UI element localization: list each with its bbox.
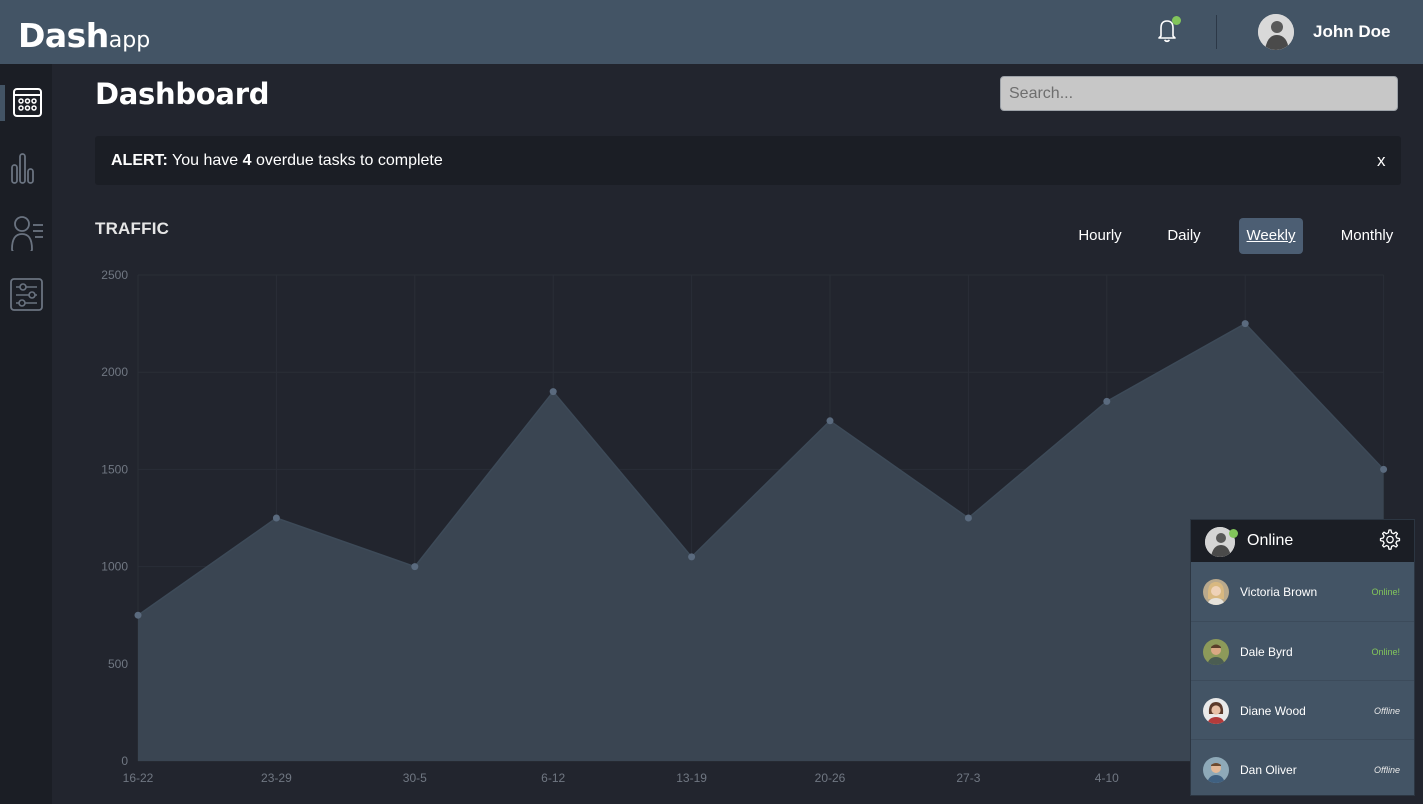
x-tick-label: 4-10	[1095, 771, 1119, 785]
data-point	[1103, 397, 1111, 405]
data-point	[964, 514, 972, 522]
contact-status: Online!	[1371, 587, 1400, 597]
contact-avatar	[1203, 579, 1229, 605]
online-panel: Online Victoria Brown Online! Dale Byrd …	[1190, 519, 1415, 796]
y-tick-label: 1000	[101, 560, 128, 574]
x-tick-label: 6-12	[541, 771, 565, 785]
data-point	[1380, 465, 1388, 473]
contact-name: Dan Oliver	[1240, 763, 1297, 777]
contact-avatar	[1203, 698, 1229, 724]
x-tick-label: 16-22	[123, 771, 154, 785]
online-panel-title: Online	[1247, 532, 1294, 549]
contact-status: Online!	[1371, 647, 1400, 657]
data-point	[1241, 320, 1249, 328]
contact-item[interactable]: Diane Wood Offline	[1191, 680, 1414, 739]
gear-icon[interactable]	[1377, 528, 1401, 552]
data-point	[549, 388, 557, 396]
y-tick-label: 2000	[101, 365, 128, 379]
contact-status: Offline	[1373, 765, 1400, 775]
x-tick-label: 30-5	[403, 771, 427, 785]
contact-item[interactable]: Victoria Brown Online!	[1191, 562, 1414, 621]
online-panel-header: Online	[1191, 520, 1414, 562]
data-point	[134, 611, 142, 619]
x-tick-label: 27-3	[956, 771, 980, 785]
x-tick-label: 20-26	[815, 771, 846, 785]
data-point	[411, 563, 419, 571]
contact-name: Dale Byrd	[1240, 645, 1293, 659]
x-tick-label: 13-19	[676, 771, 707, 785]
contact-status: Offline	[1373, 706, 1400, 716]
data-point	[272, 514, 280, 522]
x-tick-label: 23-29	[261, 771, 292, 785]
y-tick-label: 0	[121, 754, 128, 768]
data-point	[688, 553, 696, 561]
y-tick-label: 1500	[101, 462, 128, 476]
y-tick-label: 500	[108, 657, 128, 671]
y-tick-label: 2500	[101, 268, 128, 282]
contact-avatar	[1203, 757, 1229, 783]
contact-item[interactable]: Dan Oliver Offline	[1191, 739, 1414, 798]
contact-item[interactable]: Dale Byrd Online!	[1191, 621, 1414, 680]
data-point	[826, 417, 834, 425]
online-status-dot	[1229, 529, 1238, 538]
contact-name: Diane Wood	[1240, 704, 1306, 718]
contact-name: Victoria Brown	[1240, 585, 1318, 599]
contact-avatar	[1203, 639, 1229, 665]
